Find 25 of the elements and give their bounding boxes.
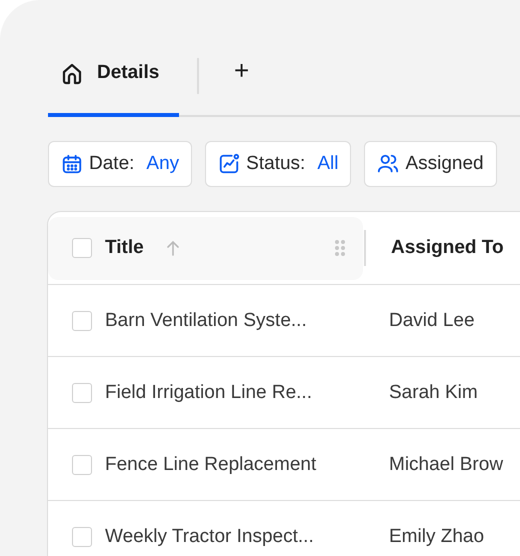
table-cell: Michael Brow bbox=[389, 454, 504, 476]
chart-icon bbox=[218, 153, 240, 175]
checkbox[interactable] bbox=[72, 526, 92, 546]
checkbox[interactable] bbox=[72, 382, 92, 402]
checkbox[interactable] bbox=[72, 238, 92, 258]
table-cell: Sarah Kim bbox=[389, 382, 478, 404]
table-cell: David Lee bbox=[389, 310, 475, 332]
filter-chip[interactable]: Status: All bbox=[205, 141, 352, 187]
filter-chip[interactable]: Date: Any bbox=[48, 141, 192, 187]
checkbox[interactable] bbox=[72, 310, 92, 330]
calendar-icon bbox=[61, 153, 83, 175]
column-header[interactable]: Title bbox=[48, 216, 363, 280]
tab[interactable]: Details bbox=[48, 54, 179, 117]
add-tab-button[interactable]: + bbox=[226, 54, 258, 85]
checkbox[interactable] bbox=[72, 454, 92, 474]
filter-chip[interactable]: Assigned bbox=[364, 141, 497, 187]
table-cell: Weekly Tractor Inspect... bbox=[105, 526, 314, 548]
users-icon bbox=[377, 153, 400, 175]
table-cell: Emily Zhao bbox=[389, 526, 484, 548]
table-cell: Field Irrigation Line Re... bbox=[105, 382, 312, 404]
column-header[interactable]: Assigned To bbox=[391, 237, 504, 259]
drag-handle-icon[interactable] bbox=[334, 239, 346, 257]
table-cell: Barn Ventilation Syste... bbox=[105, 310, 307, 332]
home-icon bbox=[60, 62, 84, 86]
table-cell: Fence Line Replacement bbox=[105, 454, 316, 476]
